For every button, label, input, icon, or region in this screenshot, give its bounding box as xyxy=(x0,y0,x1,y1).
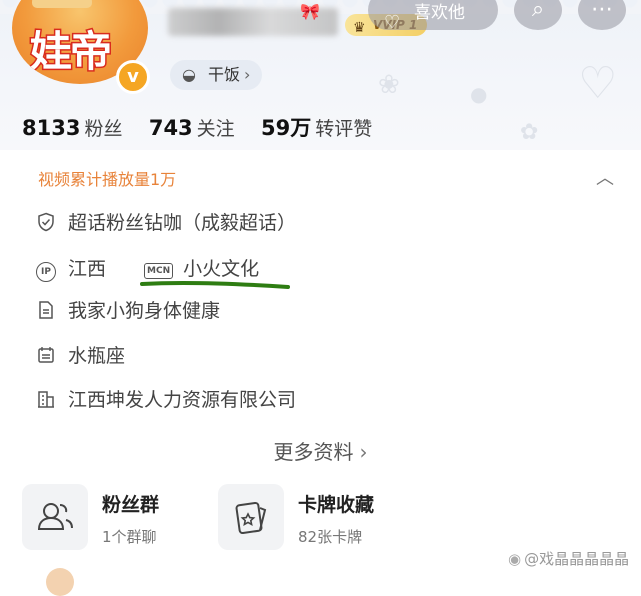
company-row: 江西坤发人力资源有限公司 xyxy=(36,385,296,412)
fan-group-title[interactable]: 粉丝群 xyxy=(102,490,159,517)
strawberry-decoration-icon: ❀ xyxy=(378,70,400,100)
stat-reposts-comments-likes[interactable]: 59万 转评赞 xyxy=(261,112,372,142)
document-icon xyxy=(39,301,53,319)
weibo-watermark: ◉ @戏晶晶晶晶晶 xyxy=(508,548,629,569)
more-icon: ⋯ xyxy=(591,0,613,22)
ip-location: 江西 xyxy=(68,258,107,280)
cookie-decoration-icon: ● xyxy=(470,82,488,106)
crown-icon: ♛ xyxy=(353,20,366,36)
avatar-text: 娃帝 xyxy=(28,26,113,78)
partial-avatar xyxy=(46,568,74,596)
mcn-name[interactable]: 小火文化 xyxy=(183,258,259,280)
interest-tag-label: 干饭 xyxy=(208,65,241,84)
more-info-label: 更多资料 xyxy=(273,440,354,464)
verified-badge-icon: v xyxy=(116,60,150,94)
card-collection-title[interactable]: 卡牌收藏 xyxy=(298,490,374,517)
green-underline-annotation xyxy=(140,281,290,289)
weibo-logo-icon: ◉ xyxy=(508,550,522,568)
like-button[interactable]: ♡ 喜欢他 xyxy=(368,0,498,33)
bio-text: 我家小狗身体健康 xyxy=(68,300,221,322)
watermark-text: @戏晶晶晶晶晶 xyxy=(524,550,630,568)
ip-icon: IP xyxy=(36,262,56,282)
zodiac-row: 水瓶座 xyxy=(36,341,125,368)
profile-stats: 8133 粉丝 743 关注 59万 转评赞 xyxy=(22,112,392,142)
company-text: 江西坤发人力资源有限公司 xyxy=(68,389,297,411)
interest-tag[interactable]: ◒ 干饭 › xyxy=(170,60,263,90)
like-button-label: 喜欢他 xyxy=(414,3,465,23)
bowl-icon: ◒ xyxy=(182,65,196,84)
chevron-up-icon[interactable]: ︿ xyxy=(596,164,614,190)
bow-icon: 🎀 xyxy=(300,2,320,21)
bio-row: 我家小狗身体健康 xyxy=(36,296,220,323)
heart-icon: ♡ xyxy=(384,12,401,33)
fan-group-icon xyxy=(37,503,73,530)
calendar-icon xyxy=(38,347,54,363)
super-topic-row[interactable]: 超话粉丝钻咖（成毅超话） xyxy=(36,208,296,235)
zodiac-text: 水瓶座 xyxy=(68,345,126,367)
mcn-icon: MCN xyxy=(144,263,174,279)
search-icon: ⌕ xyxy=(531,0,545,22)
fan-group-subtitle: 1个群聊 xyxy=(102,528,157,546)
chevron-right-icon: › xyxy=(359,440,368,464)
fan-group-card[interactable] xyxy=(22,484,88,550)
stat-following[interactable]: 743 关注 xyxy=(149,114,235,141)
shield-check-icon xyxy=(38,212,54,232)
video-play-count-highlight: 视频累计播放量1万 xyxy=(38,170,177,189)
card-collection-icon xyxy=(235,501,267,535)
card-collection-subtitle: 82张卡牌 xyxy=(298,528,363,546)
more-info-button[interactable]: 更多资料 › xyxy=(0,436,641,465)
heart-decoration-icon: ♡ xyxy=(578,58,618,109)
chevron-right-icon: › xyxy=(244,65,251,84)
super-topic-text: 超话粉丝钻咖（成毅超话） xyxy=(68,212,297,234)
stat-followers[interactable]: 8133 粉丝 xyxy=(22,114,122,141)
building-icon xyxy=(38,391,54,408)
card-collection-card[interactable] xyxy=(218,484,284,550)
bunny-decoration-icon: ✿ xyxy=(520,120,539,145)
